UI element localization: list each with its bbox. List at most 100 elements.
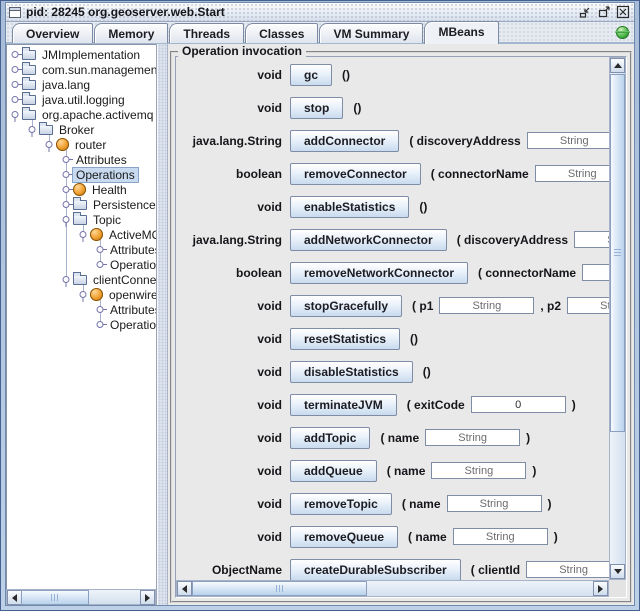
tree-expand-handle-icon[interactable]	[60, 197, 73, 212]
param-input[interactable]	[453, 528, 548, 545]
param-input[interactable]	[574, 231, 609, 248]
operation-invoke-button-createDurableSubscriber[interactable]: createDurableSubscriber	[290, 559, 461, 581]
scrollbar-thumb[interactable]	[610, 74, 625, 432]
operation-return-type: void	[178, 299, 282, 313]
param-label: ( name	[402, 497, 441, 511]
operation-invoke-button-removeTopic[interactable]: removeTopic	[290, 493, 392, 515]
titlebar[interactable]: pid: 28245 org.geoserver.web.Start	[6, 3, 634, 22]
operations-horizontal-scrollbar[interactable]	[176, 580, 609, 597]
left-arrow-icon	[12, 594, 17, 602]
tree-node[interactable]: Attributes	[7, 242, 156, 257]
param-input[interactable]	[471, 396, 566, 413]
tree-expand-handle-icon[interactable]	[94, 302, 107, 317]
tree-expand-handle-icon[interactable]	[77, 227, 90, 242]
operation-row: void stopGracefully ( p1, p2	[178, 295, 609, 316]
tree-node[interactable]: openwire	[7, 287, 156, 302]
tree-node[interactable]: java.lang	[7, 77, 156, 92]
tree-node[interactable]: org.apache.activemq	[7, 107, 156, 122]
tree-node[interactable]: Operations	[7, 167, 156, 182]
tree-expand-handle-icon[interactable]	[9, 107, 22, 122]
scroll-right-button[interactable]	[140, 590, 155, 605]
operation-invoke-button-stopGracefully[interactable]: stopGracefully	[290, 295, 402, 317]
tree-node[interactable]: router	[7, 137, 156, 152]
tree-expand-handle-icon[interactable]	[60, 182, 73, 197]
param-input[interactable]	[439, 297, 534, 314]
tree-node[interactable]: Attributes	[7, 152, 156, 167]
operation-invoke-button-removeNetworkConnector[interactable]: removeNetworkConnector	[290, 262, 468, 284]
operation-invoke-button-removeConnector[interactable]: removeConnector	[290, 163, 421, 185]
tab-mbeans[interactable]: MBeans	[424, 21, 498, 44]
tab-classes[interactable]: Classes	[245, 23, 318, 43]
operation-invoke-button-addNetworkConnector[interactable]: addNetworkConnector	[290, 229, 447, 251]
param-input[interactable]	[527, 132, 609, 149]
operation-invoke-button-enableStatistics[interactable]: enableStatistics	[290, 196, 409, 218]
tree-expand-handle-icon[interactable]	[77, 287, 90, 302]
operation-invoke-button-resetStatistics[interactable]: resetStatistics	[290, 328, 400, 350]
scroll-left-button[interactable]	[7, 590, 22, 605]
close-button[interactable]	[615, 5, 631, 20]
tab-overview[interactable]: Overview	[12, 23, 93, 43]
tree-node[interactable]: JMImplementation	[7, 47, 156, 62]
operations-vertical-scrollbar[interactable]	[609, 57, 626, 580]
tree-horizontal-scrollbar[interactable]	[6, 589, 156, 605]
operation-return-type: void	[178, 530, 282, 544]
tree-node[interactable]: Topic	[7, 212, 156, 227]
operation-invoke-button-addQueue[interactable]: addQueue	[290, 460, 377, 482]
tab-vm-summary[interactable]: VM Summary	[319, 23, 423, 43]
tree-node[interactable]: Attributes	[7, 302, 156, 317]
tree-expand-handle-icon[interactable]	[43, 137, 56, 152]
tree-expand-handle-icon[interactable]	[9, 77, 22, 92]
operation-return-type: boolean	[178, 167, 282, 181]
split-pane-divider[interactable]	[157, 44, 168, 605]
tree-expand-handle-icon[interactable]	[94, 242, 107, 257]
tree-node[interactable]: PersistenceA	[7, 197, 156, 212]
scroll-left-button[interactable]	[177, 581, 192, 596]
operation-invoke-button-addConnector[interactable]: addConnector	[290, 130, 399, 152]
tree-node[interactable]: Operations	[7, 317, 156, 332]
tree-expand-handle-icon[interactable]	[26, 122, 39, 137]
right-arrow-icon	[598, 585, 603, 593]
operation-invoke-button-stop[interactable]: stop	[290, 97, 343, 119]
param-input[interactable]	[526, 561, 609, 578]
tree-node[interactable]: com.sun.management	[7, 62, 156, 77]
param-input[interactable]	[582, 264, 609, 281]
scrollbar-thumb[interactable]	[21, 590, 89, 605]
operation-invoke-button-addTopic[interactable]: addTopic	[290, 427, 370, 449]
tab-threads[interactable]: Threads	[169, 23, 244, 43]
tree-node[interactable]: Broker	[7, 122, 156, 137]
tree-expand-handle-icon[interactable]	[94, 317, 107, 332]
param-input[interactable]	[535, 165, 609, 182]
operation-invoke-button-gc[interactable]: gc	[290, 64, 332, 86]
maximize-button[interactable]	[596, 5, 612, 20]
operation-invoke-button-terminateJVM[interactable]: terminateJVM	[290, 394, 397, 416]
scrollbar-thumb[interactable]	[192, 581, 367, 596]
tree-expand-handle-icon[interactable]	[60, 212, 73, 227]
scroll-down-button[interactable]	[610, 564, 625, 579]
tree-node[interactable]: java.util.logging	[7, 92, 156, 107]
minimize-button[interactable]	[577, 5, 593, 20]
operation-invoke-button-removeQueue[interactable]: removeQueue	[290, 526, 398, 548]
tree-expand-handle-icon[interactable]	[9, 62, 22, 77]
tab-memory[interactable]: Memory	[94, 23, 168, 43]
tree-expand-handle-icon[interactable]	[60, 272, 73, 287]
operation-invoke-button-disableStatistics[interactable]: disableStatistics	[290, 361, 413, 383]
param-input[interactable]	[567, 297, 609, 314]
tree-expand-handle-icon[interactable]	[94, 257, 107, 272]
tree-node[interactable]: Health	[7, 182, 156, 197]
operation-row: void removeTopic ( name)	[178, 493, 609, 514]
tree-node[interactable]: Operations	[7, 257, 156, 272]
tree-node-label: Broker	[56, 123, 97, 137]
operation-return-type: void	[178, 398, 282, 412]
tree-node[interactable]: clientConnec	[7, 272, 156, 287]
tree-expand-handle-icon[interactable]	[60, 152, 73, 167]
tree-expand-handle-icon[interactable]	[60, 167, 73, 182]
tree-expand-handle-icon[interactable]	[9, 92, 22, 107]
param-input[interactable]	[447, 495, 542, 512]
scroll-up-button[interactable]	[610, 58, 625, 73]
tree-node[interactable]: ActiveMQ	[7, 227, 156, 242]
param-input[interactable]	[431, 462, 526, 479]
scroll-right-button[interactable]	[593, 581, 608, 596]
tree-expand-handle-icon[interactable]	[9, 47, 22, 62]
param-input[interactable]	[425, 429, 520, 446]
folder-icon	[22, 110, 36, 120]
